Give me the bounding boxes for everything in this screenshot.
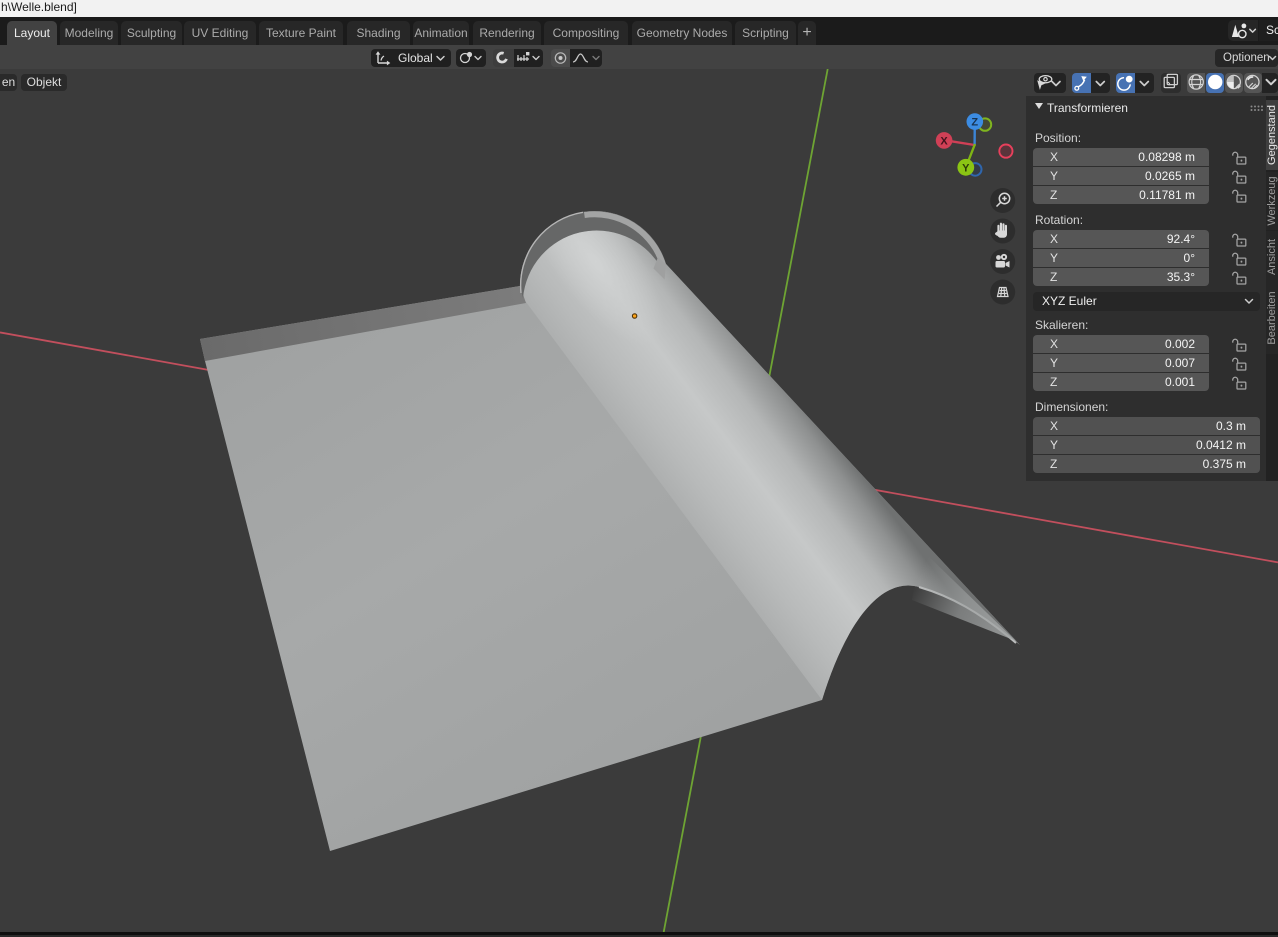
svg-text:Z: Z	[971, 117, 978, 129]
svg-text:X: X	[940, 135, 948, 147]
svg-text:Y: Y	[962, 162, 970, 174]
